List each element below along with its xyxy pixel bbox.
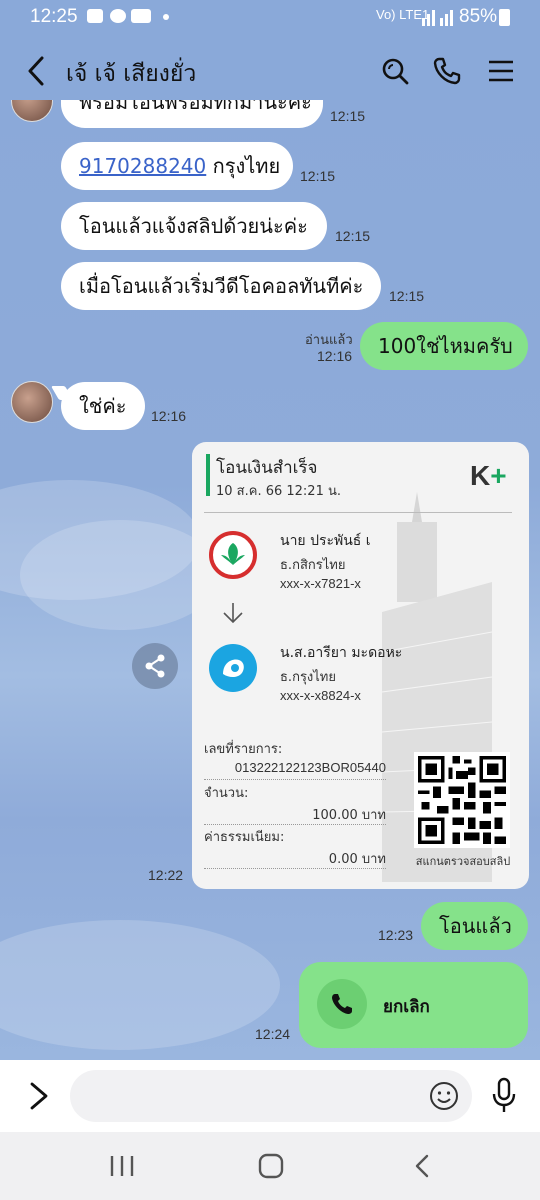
battery-icon xyxy=(499,9,510,26)
phone-icon[interactable] xyxy=(432,56,462,86)
message-time: 12:24 xyxy=(255,1026,291,1042)
kplus-logo: K+ xyxy=(470,460,507,492)
kplus-logo-plus: + xyxy=(490,460,507,491)
phone-icon xyxy=(332,994,352,1014)
message-time: 12:16 xyxy=(151,408,187,424)
transfer-slip-image[interactable]: โอนเงินสำเร็จ 10 ส.ค. 66 12:21 น. K+ นาย… xyxy=(192,442,529,889)
recipient-name: น.ส.อารียา มะดอหะ xyxy=(280,645,403,661)
krungthai-bank-logo xyxy=(209,644,257,692)
avatar[interactable] xyxy=(11,381,53,423)
background-cloud xyxy=(20,520,220,630)
share-icon xyxy=(145,654,165,678)
reference-value: 013222122123BOR05440 xyxy=(234,760,386,775)
call-icon-circle xyxy=(317,979,367,1029)
message-bubble[interactable]: โอนแล้วแจ้งสลิปด้วยน่ะค่ะ xyxy=(61,202,327,250)
message-bubble[interactable]: เมื่อโอนแล้วเริ่มวีดีโอคอลทันทีค่ะ xyxy=(61,262,381,310)
line-notification-icon xyxy=(87,9,103,23)
divider xyxy=(204,824,386,825)
avatar[interactable] xyxy=(11,100,53,122)
message-notification-icon xyxy=(110,9,126,23)
message-bubble[interactable]: ใช่ค่ะ xyxy=(61,382,145,430)
message-text: เมื่อโอนแล้วเริ่มวีดีโอคอลทันทีค่ะ xyxy=(79,274,364,298)
message-bubble[interactable]: พร้อมโอนพร้อมทักมานะคะ xyxy=(61,100,323,128)
recent-apps-icon[interactable] xyxy=(102,1150,142,1182)
chat-header: เจ้ เจ้ เสียงยั่ว xyxy=(0,34,540,108)
message-time: 12:22 xyxy=(148,867,184,883)
more-notifications-icon xyxy=(163,14,169,20)
chat-messages[interactable]: พร้อมโอนพร้อมทักมานะคะ 12:15 9170288240 … xyxy=(0,100,540,1060)
message-text: กรุงไทย xyxy=(206,154,281,178)
slip-accent-bar xyxy=(206,454,210,496)
share-button[interactable] xyxy=(132,643,178,689)
kasikorn-bank-logo xyxy=(209,531,257,579)
message-time: 12:15 xyxy=(330,108,366,124)
message-input[interactable] xyxy=(70,1070,472,1122)
fee-label: ค่าธรรมเนียม: xyxy=(204,830,285,845)
message-time: 12:23 xyxy=(378,927,414,943)
amount-value: 100.00 บาท xyxy=(312,808,386,823)
emoji-icon[interactable] xyxy=(428,1080,460,1112)
system-navigation-bar xyxy=(0,1132,540,1200)
divider xyxy=(204,868,386,869)
read-receipt: อ่านแล้ว xyxy=(305,333,353,348)
search-icon[interactable] xyxy=(380,56,410,86)
back-nav-icon[interactable] xyxy=(403,1150,443,1182)
recipient-bank: ธ.กรุงไทย xyxy=(280,670,336,685)
slip-date: 10 ส.ค. 66 12:21 น. xyxy=(216,484,341,499)
qr-code xyxy=(414,752,510,848)
arrow-down-icon xyxy=(223,603,243,624)
amount-label: จำนวน: xyxy=(204,786,249,801)
fee-value: 0.00 บาท xyxy=(328,852,386,867)
message-bubble[interactable]: โอนแล้ว xyxy=(421,902,528,950)
message-bubble[interactable]: 100ใช่ไหมครับ xyxy=(360,322,528,370)
message-time: 12:15 xyxy=(300,168,336,184)
message-time: 12:15 xyxy=(389,288,425,304)
message-text: พร้อมโอนพร้อมทักมานะคะ xyxy=(79,100,312,114)
status-bar: 12:25 Vo) LTE1 85% xyxy=(0,0,540,34)
divider xyxy=(204,512,512,513)
youtube-notification-icon xyxy=(131,9,151,23)
sender-name: นาย ประพันธ์ เ xyxy=(280,533,371,549)
reference-label: เลขที่รายการ: xyxy=(204,742,283,757)
message-time: 12:16 xyxy=(317,348,353,364)
background-cloud xyxy=(0,920,280,1050)
recipient-account: xxx-x-x8824-x xyxy=(280,688,361,703)
message-text: โอนแล้วแจ้งสลิปด้วยน่ะค่ะ xyxy=(79,214,308,238)
status-time: 12:25 xyxy=(30,6,78,27)
back-icon[interactable] xyxy=(22,54,52,88)
sender-account: xxx-x-x7821-x xyxy=(280,576,361,591)
divider xyxy=(204,779,386,780)
sender-bank: ธ.กสิกรไทย xyxy=(280,558,346,573)
chat-title[interactable]: เจ้ เจ้ เสียงยั่ว xyxy=(66,56,196,92)
microphone-icon[interactable] xyxy=(489,1077,519,1115)
message-text: ใช่ค่ะ xyxy=(79,394,127,418)
home-icon[interactable] xyxy=(251,1150,291,1182)
slip-title: โอนเงินสำเร็จ xyxy=(216,458,318,478)
message-text: โอนแล้ว xyxy=(439,914,512,938)
message-text: 100ใช่ไหมครับ xyxy=(378,334,513,358)
message-input-bar xyxy=(0,1060,540,1132)
qr-caption: สแกนตรวจสอบสลิป xyxy=(415,855,511,868)
message-bubble[interactable]: 9170288240 กรุงไทย xyxy=(61,142,293,190)
call-message[interactable]: ยกเลิก xyxy=(299,962,528,1048)
call-status-text: ยกเลิก xyxy=(383,997,430,1017)
menu-icon[interactable] xyxy=(486,56,516,86)
battery-percent: 85% xyxy=(459,6,498,27)
signal-bars-icon xyxy=(422,10,453,26)
message-time: 12:15 xyxy=(335,228,371,244)
chevron-right-icon[interactable] xyxy=(26,1080,52,1112)
account-number-link[interactable]: 9170288240 xyxy=(79,154,206,178)
kplus-logo-k: K xyxy=(470,460,491,491)
